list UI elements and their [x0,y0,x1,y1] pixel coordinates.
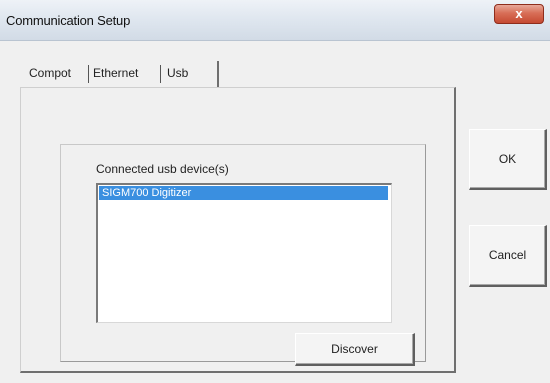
ok-button[interactable]: OK [469,129,547,190]
group-label: Connected usb device(s) [96,162,229,176]
tab-ethernet[interactable]: Ethernet [93,61,138,85]
usb-device-group: Connected usb device(s) SIGM700 Digitize… [60,144,426,366]
title-bar[interactable]: Communication Setup x [0,0,550,41]
tab-compot[interactable]: Compot [29,61,71,85]
discover-button[interactable]: Discover [295,333,415,366]
cancel-button[interactable]: Cancel [469,225,547,287]
window-title: Communication Setup [6,13,131,28]
close-icon: x [515,6,523,21]
tab-divider [160,65,161,83]
close-button[interactable]: x [494,4,544,24]
tab-divider [88,65,89,83]
dialog-client-area: Compot Ethernet Usb Connected usb device… [0,41,550,383]
tab-edge [217,61,219,88]
usb-tab-page: Connected usb device(s) SIGM700 Digitize… [20,87,456,373]
communication-setup-dialog: Communication Setup x Compot Ethernet Us… [0,0,550,383]
usb-device-list[interactable]: SIGM700 Digitizer [96,183,392,323]
list-item[interactable]: SIGM700 Digitizer [99,186,388,200]
tab-usb[interactable]: Usb [167,61,188,85]
